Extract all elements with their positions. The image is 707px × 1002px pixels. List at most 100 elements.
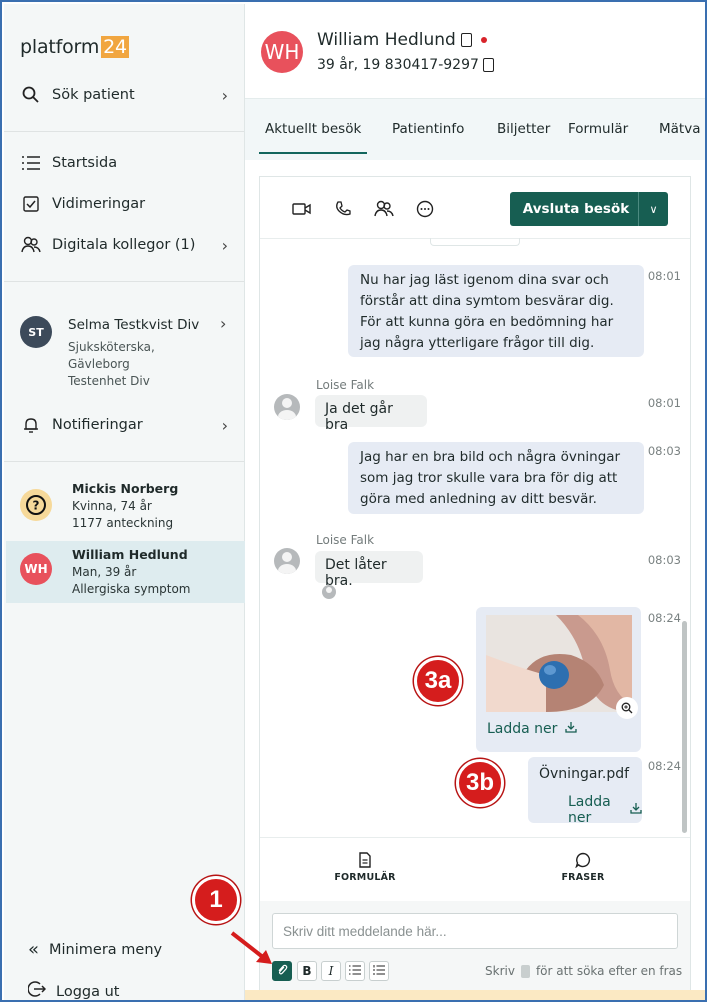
file-attachment: Övningar.pdf Ladda ner — [528, 757, 642, 826]
zoom-icon[interactable] — [616, 697, 638, 719]
main-area: WH William Hedlund 39 år, 19 830417-9297… — [245, 4, 705, 1000]
quick-actions: FORMULÄR FRASER — [260, 837, 690, 901]
exercise-photo[interactable] — [486, 615, 632, 712]
logo[interactable]: platform 24 — [20, 36, 129, 58]
italic-button[interactable]: I — [321, 961, 341, 981]
numbered-list-button[interactable] — [369, 961, 389, 981]
patient-item-active[interactable]: WH William Hedlund Man, 39 år Allergiska… — [6, 541, 246, 603]
svg-text:?: ? — [33, 499, 40, 513]
app-frame: platform 24 Sök patient › Startsida Vidim… — [0, 0, 707, 1002]
document-icon — [357, 852, 373, 868]
chat-bubble-icon[interactable] — [415, 199, 435, 219]
phrases-button[interactable]: FRASER — [538, 852, 628, 883]
bold-button[interactable]: B — [297, 961, 317, 981]
divider — [4, 461, 244, 462]
numbered-list-icon — [373, 964, 385, 978]
callout-3a: 3a — [414, 657, 462, 705]
sidebar-item-startsida[interactable]: Startsida — [20, 150, 228, 176]
header-subtitle-text: 39 år, 19 830417-9297 — [317, 57, 479, 73]
end-visit-button[interactable]: Avsluta besök ∨ — [510, 192, 668, 226]
patient-reason: 1177 anteckning — [72, 516, 174, 530]
question-icon: ? — [20, 489, 52, 521]
patient-item[interactable]: ? Mickis Norberg Kvinna, 74 år 1177 ante… — [6, 475, 246, 537]
message-bubble-outgoing: Jag har en bra bild och några övningar s… — [348, 442, 644, 514]
chevron-right-icon: › — [221, 85, 228, 105]
profile-name[interactable]: Selma Testkvist Div — [68, 317, 199, 333]
avatar: WH — [20, 553, 52, 585]
bullet-list-icon — [349, 964, 361, 978]
download-link[interactable]: Ladda ner — [568, 794, 642, 826]
tab-formular[interactable]: Formulär — [568, 121, 628, 137]
read-receipt-icon — [322, 585, 336, 599]
minimize-label: Minimera meny — [49, 941, 163, 958]
notifications[interactable]: Notifieringar › — [20, 412, 228, 438]
end-visit-label: Avsluta besök — [522, 201, 630, 217]
message-bubble-outgoing: Nu har jag läst igenom dina svar och för… — [348, 265, 644, 357]
tab-aktuellt-besok[interactable]: Aktuellt besök — [258, 121, 368, 154]
message-time: 08:24 — [647, 611, 681, 625]
bell-icon — [20, 414, 42, 436]
sidebar-item-label: Startsida — [52, 155, 118, 171]
download-label: Ladda ner — [568, 794, 611, 826]
key-badge — [520, 964, 530, 978]
divider — [4, 281, 244, 282]
download-link[interactable]: Ladda ner — [487, 721, 578, 737]
message-time: 08:01 — [647, 396, 681, 410]
hint-text-after: för att söka efter en fras — [535, 964, 683, 978]
user-avatar-icon — [274, 548, 300, 574]
file-name: Övningar.pdf — [539, 766, 630, 782]
sidebar-item-digitala-kollegor[interactable]: Digitala kollegor (1) › — [20, 232, 228, 258]
patient-header-subtitle: 39 år, 19 830417-9297 — [317, 57, 494, 73]
message-time: 08:01 — [647, 269, 681, 283]
speech-bubble-icon — [575, 852, 591, 869]
hint-text-before: Skriv — [485, 964, 515, 978]
bullet-list-button[interactable] — [345, 961, 365, 981]
download-icon — [630, 802, 642, 818]
download-label: Ladda ner — [487, 721, 558, 737]
message-sender: Loise Falk — [316, 533, 375, 547]
logout-label: Logga ut — [56, 983, 120, 1000]
sidebar-item-label: Vidimeringar — [52, 196, 146, 212]
scrollbar[interactable] — [682, 621, 687, 833]
phone-icon[interactable] — [333, 199, 353, 219]
minimize-menu-button[interactable]: « Minimera meny — [28, 939, 162, 960]
search-patient-label: Sök patient — [52, 87, 135, 103]
notifications-label: Notifieringar — [52, 417, 143, 433]
video-icon[interactable] — [292, 199, 312, 219]
checkbox-icon — [20, 193, 42, 215]
history-stub — [430, 238, 520, 246]
tab-bar: Aktuellt besök Patientinfo Biljetter For… — [245, 98, 705, 160]
callout-1: 1 — [192, 876, 240, 924]
logo-badge: 24 — [101, 36, 129, 58]
tab-patientinfo[interactable]: Patientinfo — [392, 121, 464, 137]
copy-icon[interactable] — [482, 58, 494, 72]
chevron-down-icon[interactable]: ∨ — [638, 192, 668, 226]
status-strip — [245, 990, 705, 1000]
callout-arrow — [230, 931, 272, 964]
avatar[interactable]: ST — [20, 316, 52, 348]
user-avatar-icon — [274, 394, 300, 420]
download-icon — [565, 721, 578, 737]
sidebar-item-vidimeringar[interactable]: Vidimeringar — [20, 191, 228, 217]
users-icon[interactable] — [374, 199, 394, 219]
patient-name: William Hedlund — [72, 547, 188, 562]
patient-info: Man, 39 år — [72, 565, 137, 579]
copy-icon[interactable] — [460, 33, 472, 47]
chevron-right-icon[interactable]: › — [220, 314, 226, 333]
forms-label: FORMULÄR — [334, 872, 396, 883]
logout-button[interactable]: Logga ut — [27, 980, 120, 1000]
profile-role: Sjuksköterska, Gävleborg Testenhet Div — [68, 340, 155, 388]
forms-button[interactable]: FORMULÄR — [320, 852, 410, 883]
message-sender: Loise Falk — [316, 378, 375, 392]
status-dot — [480, 37, 487, 43]
message-bubble-incoming: Ja det går bra — [315, 395, 427, 433]
message-bubble-incoming: Det låter bra. — [315, 551, 423, 589]
message-input[interactable] — [272, 913, 678, 949]
chevron-right-icon: › — [221, 235, 228, 255]
message-time: 08:24 — [647, 759, 681, 773]
search-patient[interactable]: Sök patient › — [20, 82, 228, 108]
tab-biljetter[interactable]: Biljetter — [497, 121, 550, 137]
phrase-hint: Skriv för att söka efter en fras — [485, 964, 682, 978]
tab-matvarden[interactable]: Mätva — [659, 121, 700, 137]
logout-icon — [27, 980, 47, 1000]
